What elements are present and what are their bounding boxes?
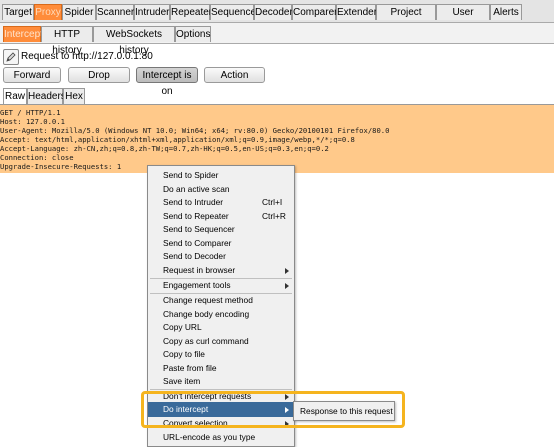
menu-item-save-item[interactable]: Save item bbox=[148, 375, 294, 389]
tab-sequencer[interactable]: Sequencer bbox=[210, 4, 259, 20]
menu-item-send-to-comparer[interactable]: Send to Comparer bbox=[148, 237, 294, 251]
menu-item-send-to-spider[interactable]: Send to Spider bbox=[148, 169, 294, 183]
action-button[interactable]: Action bbox=[204, 67, 265, 83]
message-editor-tabs: Raw Headers Hex bbox=[0, 88, 554, 104]
tab-raw[interactable]: Raw bbox=[3, 88, 27, 104]
menu-item-send-to-intruder[interactable]: Send to Intruder Ctrl+I bbox=[148, 196, 294, 210]
menu-item-label: Do intercept bbox=[163, 404, 209, 414]
tab-spider[interactable]: Spider bbox=[62, 4, 96, 20]
main-tab-bar: Target Proxy Spider Scanner Intruder Rep… bbox=[0, 0, 554, 34]
menu-item-request-in-browser[interactable]: Request in browser bbox=[148, 264, 294, 278]
request-line: User-Agent: Mozilla/5.0 (Windows NT 10.0… bbox=[0, 126, 390, 135]
tab-hex[interactable]: Hex bbox=[63, 88, 85, 104]
tab-headers[interactable]: Headers bbox=[27, 88, 66, 104]
menu-item-label: Engagement tools bbox=[163, 280, 231, 290]
request-target-label: Request to http://127.0.0.1:80 bbox=[21, 51, 153, 62]
menu-item-label: Send to Spider bbox=[163, 170, 219, 180]
menu-item-label: Send to Decoder bbox=[163, 251, 226, 261]
menu-item-send-to-decoder[interactable]: Send to Decoder bbox=[148, 250, 294, 264]
forward-button[interactable]: Forward bbox=[3, 67, 61, 83]
request-line: GET / HTTP/1.1 bbox=[0, 108, 61, 117]
tab-scanner[interactable]: Scanner bbox=[96, 4, 134, 20]
request-editor[interactable]: GET / HTTP/1.1 Host: 127.0.0.1 User-Agen… bbox=[0, 104, 554, 173]
menu-item-copy-url[interactable]: Copy URL bbox=[148, 321, 294, 335]
menu-item-url-encode[interactable]: URL-encode as you type bbox=[148, 431, 294, 445]
menu-item-change-body-encoding[interactable]: Change body encoding bbox=[148, 308, 294, 322]
tab-extender[interactable]: Extender bbox=[336, 4, 377, 20]
menu-item-label: Copy as curl command bbox=[163, 335, 249, 346]
menu-item-label: Change request method bbox=[163, 295, 253, 305]
menu-item-label: Change body encoding bbox=[163, 308, 250, 319]
menu-item-label: Convert selection bbox=[163, 418, 228, 428]
menu-item-copy-to-file[interactable]: Copy to file bbox=[148, 348, 294, 362]
menu-item-send-to-sequencer[interactable]: Send to Sequencer bbox=[148, 223, 294, 237]
request-line: Connection: close bbox=[0, 153, 74, 162]
do-intercept-submenu: Response to this request bbox=[293, 401, 395, 421]
menu-item-response-to-this-request[interactable]: Response to this request bbox=[300, 406, 393, 416]
menu-item-label: Paste from file bbox=[163, 362, 217, 373]
menu-item-label: Send to Repeater bbox=[163, 210, 229, 221]
menu-item-do-active-scan[interactable]: Do an active scan bbox=[148, 183, 294, 197]
tab-project-options[interactable]: Project options bbox=[376, 4, 436, 34]
chevron-right-icon bbox=[285, 406, 289, 413]
menu-item-convert-selection[interactable]: Convert selection bbox=[148, 417, 294, 431]
menu-item-send-to-repeater[interactable]: Send to Repeater Ctrl+R bbox=[148, 210, 294, 224]
menu-item-label: Send to Comparer bbox=[163, 237, 232, 248]
menu-item-label: Send to Sequencer bbox=[163, 224, 235, 234]
request-line: Host: 127.0.0.1 bbox=[0, 117, 65, 126]
shortcut-label: Ctrl+R bbox=[262, 210, 286, 221]
menu-item-label: Copy URL bbox=[163, 322, 202, 332]
tab-repeater[interactable]: Repeater bbox=[170, 4, 212, 20]
menu-item-label: Do an active scan bbox=[163, 183, 230, 194]
shortcut-label: Ctrl+I bbox=[262, 197, 283, 207]
intercept-toggle-button[interactable]: Intercept is on bbox=[136, 67, 198, 97]
menu-item-label: Request in browser bbox=[163, 264, 236, 275]
menu-item-label: Save item bbox=[163, 376, 201, 386]
chevron-right-icon bbox=[285, 421, 289, 427]
chevron-right-icon bbox=[285, 267, 289, 274]
tab-target[interactable]: Target bbox=[2, 4, 34, 20]
chevron-right-icon bbox=[285, 394, 289, 400]
menu-item-engagement-tools[interactable]: Engagement tools bbox=[148, 279, 294, 293]
tab-user-options[interactable]: User options bbox=[436, 4, 490, 34]
menu-item-label: Copy to file bbox=[163, 349, 205, 359]
menu-item-do-intercept[interactable]: Do intercept bbox=[148, 402, 294, 417]
request-line: Accept: text/html,application/xhtml+xml,… bbox=[0, 135, 355, 144]
tab-comparer[interactable]: Comparer bbox=[292, 4, 337, 20]
tab-decoder[interactable]: Decoder bbox=[254, 4, 293, 20]
tab-proxy[interactable]: Proxy bbox=[34, 4, 62, 20]
menu-item-label: URL-encode as you type bbox=[163, 431, 256, 442]
menu-item-label: Send to Intruder bbox=[163, 197, 224, 207]
tab-http-history[interactable]: HTTP history bbox=[41, 26, 93, 56]
menu-item-copy-as-curl[interactable]: Copy as curl command bbox=[148, 335, 294, 349]
context-menu: Send to Spider Do an active scan Send to… bbox=[147, 165, 295, 447]
chevron-right-icon bbox=[285, 283, 289, 289]
tab-intercept[interactable]: Intercept bbox=[3, 26, 43, 42]
drop-button[interactable]: Drop bbox=[68, 67, 130, 83]
pencil-icon[interactable] bbox=[3, 49, 19, 65]
tab-intruder[interactable]: Intruder bbox=[134, 4, 170, 20]
tab-alerts[interactable]: Alerts bbox=[490, 4, 522, 20]
menu-item-paste-from-file[interactable]: Paste from file bbox=[148, 362, 294, 376]
request-line: Accept-Language: zh-CN,zh;q=0.8,zh-TW;q=… bbox=[0, 144, 329, 153]
tab-options[interactable]: Options bbox=[175, 26, 211, 42]
menu-item-change-request-method[interactable]: Change request method bbox=[148, 294, 294, 308]
tab-websockets-history[interactable]: WebSockets history bbox=[93, 26, 175, 56]
request-line: Upgrade-Insecure-Requests: 1 bbox=[0, 162, 122, 171]
proxy-sub-tab-bar: Intercept HTTP history WebSockets histor… bbox=[0, 23, 554, 56]
